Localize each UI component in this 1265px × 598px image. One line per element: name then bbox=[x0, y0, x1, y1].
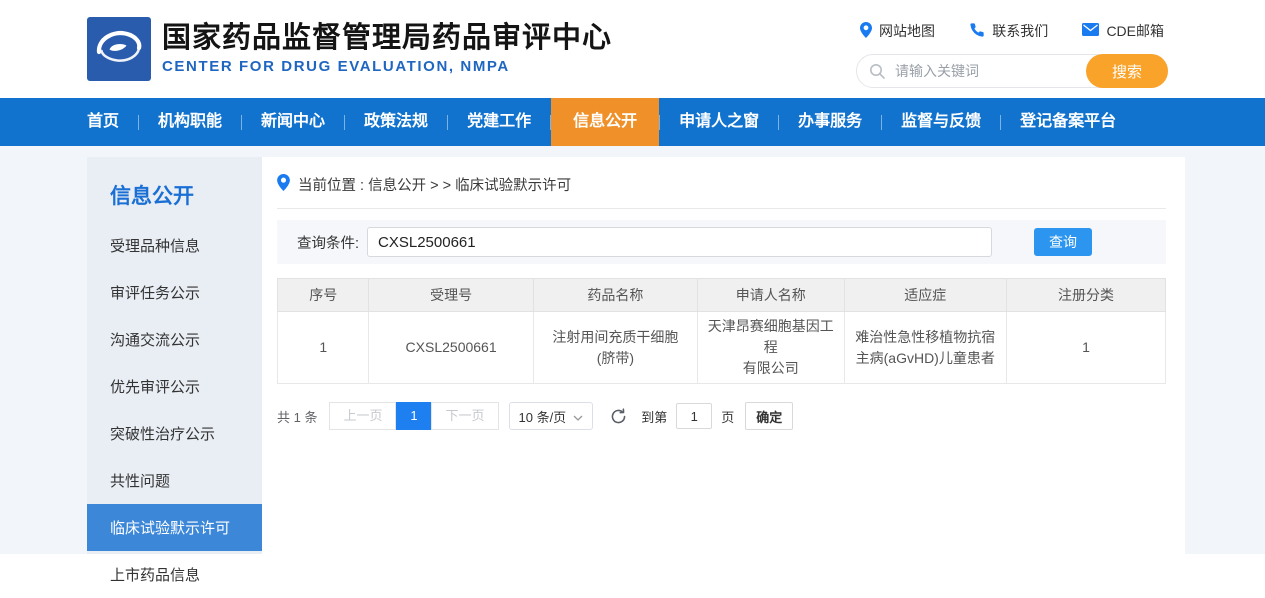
goto-page-input[interactable] bbox=[676, 403, 712, 429]
cell-registration-class: 1 bbox=[1007, 312, 1166, 384]
contact-us-link[interactable]: 联系我们 bbox=[969, 21, 1048, 41]
nav-item-supervision-feedback[interactable]: 监督与反馈 bbox=[882, 98, 1000, 146]
col-header-indication: 适应症 bbox=[844, 279, 1007, 312]
query-input[interactable] bbox=[367, 227, 992, 257]
nav-item-news[interactable]: 新闻中心 bbox=[242, 98, 344, 146]
main-nav: 首页 机构职能 新闻中心 政策法规 党建工作 信息公开 申请人之窗 办事服务 监… bbox=[0, 98, 1265, 146]
contact-us-label: 联系我们 bbox=[992, 21, 1048, 41]
nav-item-home[interactable]: 首页 bbox=[68, 98, 138, 146]
search-icon bbox=[869, 63, 886, 85]
current-page-button[interactable]: 1 bbox=[396, 402, 431, 430]
prev-page-button[interactable]: 上一页 bbox=[329, 402, 396, 430]
mail-icon bbox=[1082, 23, 1099, 39]
nav-item-policies[interactable]: 政策法规 bbox=[345, 98, 447, 146]
confirm-button[interactable]: 确定 bbox=[745, 402, 793, 430]
cell-acceptance-no: CXSL2500661 bbox=[369, 312, 533, 384]
sidebar: 信息公开 受理品种信息 审评任务公示 沟通交流公示 优先审评公示 突破性治疗公示… bbox=[87, 157, 262, 554]
cde-logo-icon bbox=[87, 17, 151, 81]
nav-item-services[interactable]: 办事服务 bbox=[779, 98, 881, 146]
col-header-registration-class: 注册分类 bbox=[1007, 279, 1166, 312]
page-size-select[interactable]: 10 条/页 bbox=[509, 402, 594, 430]
sidebar-title: 信息公开 bbox=[87, 157, 262, 222]
pagination-total: 共 1 条 bbox=[277, 407, 317, 426]
col-header-applicant: 申请人名称 bbox=[697, 279, 844, 312]
site-subtitle: CENTER FOR DRUG EVALUATION, NMPA bbox=[162, 58, 612, 75]
sidebar-item-communication[interactable]: 沟通交流公示 bbox=[87, 316, 262, 363]
breadcrumb-text: 当前位置 : 信息公开 > > 临床试验默示许可 bbox=[298, 174, 571, 195]
nav-item-applicant-window[interactable]: 申请人之窗 bbox=[660, 98, 778, 146]
cde-mail-label: CDE邮箱 bbox=[1106, 21, 1164, 41]
phone-icon bbox=[969, 22, 985, 41]
quick-links: 网站地图 联系我们 CDE邮箱 bbox=[856, 21, 1168, 41]
main-panel: 当前位置 : 信息公开 > > 临床试验默示许可 查询条件: 查询 序号 受理号… bbox=[262, 157, 1185, 554]
site-title: 国家药品监督管理局药品审评中心 bbox=[162, 23, 612, 55]
sidebar-item-priority-review[interactable]: 优先审评公示 bbox=[87, 363, 262, 410]
brand-text: 国家药品监督管理局药品审评中心 CENTER FOR DRUG EVALUATI… bbox=[162, 23, 612, 76]
page-unit-label: 页 bbox=[721, 407, 734, 426]
query-label: 查询条件: bbox=[297, 232, 359, 253]
pagination: 共 1 条 上一页 1 下一页 10 条/页 到第 页 确定 bbox=[277, 402, 1166, 430]
site-search: 搜索 bbox=[856, 54, 1168, 88]
col-header-drug-name: 药品名称 bbox=[533, 279, 697, 312]
sidebar-item-clinical-trial-implied-license[interactable]: 临床试验默示许可 bbox=[87, 504, 262, 551]
query-button[interactable]: 查询 bbox=[1034, 228, 1092, 256]
chevron-down-icon bbox=[573, 409, 583, 424]
cell-indication: 难治性急性移植物抗宿 主病(aGvHD)儿童患者 bbox=[844, 312, 1007, 384]
refresh-icon[interactable] bbox=[610, 408, 627, 425]
nav-item-party-building[interactable]: 党建工作 bbox=[448, 98, 550, 146]
location-pin-icon bbox=[277, 174, 290, 195]
sidebar-item-breakthrough-therapy[interactable]: 突破性治疗公示 bbox=[87, 410, 262, 457]
nav-item-registration-platform[interactable]: 登记备案平台 bbox=[1001, 98, 1135, 146]
cell-drug-name: 注射用间充质干细胞 (脐带) bbox=[533, 312, 697, 384]
brand: 国家药品监督管理局药品审评中心 CENTER FOR DRUG EVALUATI… bbox=[87, 17, 612, 81]
header-right: 网站地图 联系我们 CDE邮箱 搜索 bbox=[856, 21, 1168, 88]
nav-item-info-disclosure[interactable]: 信息公开 bbox=[551, 98, 659, 146]
page-content: 信息公开 受理品种信息 审评任务公示 沟通交流公示 优先审评公示 突破性治疗公示… bbox=[0, 146, 1265, 554]
col-header-acceptance-no: 受理号 bbox=[369, 279, 533, 312]
cell-seq: 1 bbox=[278, 312, 369, 384]
sidebar-item-common-issues[interactable]: 共性问题 bbox=[87, 457, 262, 504]
breadcrumb: 当前位置 : 信息公开 > > 临床试验默示许可 bbox=[277, 174, 1166, 209]
col-header-seq: 序号 bbox=[278, 279, 369, 312]
query-bar: 查询条件: 查询 bbox=[277, 220, 1166, 264]
sidebar-item-review-tasks[interactable]: 审评任务公示 bbox=[87, 269, 262, 316]
sitemap-label: 网站地图 bbox=[879, 21, 935, 41]
site-search-button[interactable]: 搜索 bbox=[1086, 54, 1168, 88]
location-pin-icon bbox=[860, 22, 872, 41]
page-size-value: 10 条/页 bbox=[519, 407, 567, 426]
table-header-row: 序号 受理号 药品名称 申请人名称 适应症 注册分类 bbox=[278, 279, 1166, 312]
goto-page-label: 到第 bbox=[641, 407, 667, 426]
cell-applicant: 天津昂赛细胞基因工程 有限公司 bbox=[697, 312, 844, 384]
table-row: 1 CXSL2500661 注射用间充质干细胞 (脐带) 天津昂赛细胞基因工程 … bbox=[278, 312, 1166, 384]
sidebar-item-marketed-drugs[interactable]: 上市药品信息 bbox=[87, 551, 262, 598]
nav-item-functions[interactable]: 机构职能 bbox=[139, 98, 241, 146]
sidebar-item-accepted-varieties[interactable]: 受理品种信息 bbox=[87, 222, 262, 269]
next-page-button[interactable]: 下一页 bbox=[431, 402, 498, 430]
sitemap-link[interactable]: 网站地图 bbox=[860, 21, 935, 41]
results-table: 序号 受理号 药品名称 申请人名称 适应症 注册分类 1 CXSL2500661… bbox=[277, 278, 1166, 384]
cde-mail-link[interactable]: CDE邮箱 bbox=[1082, 21, 1164, 41]
site-header: 国家药品监督管理局药品审评中心 CENTER FOR DRUG EVALUATI… bbox=[0, 0, 1265, 98]
